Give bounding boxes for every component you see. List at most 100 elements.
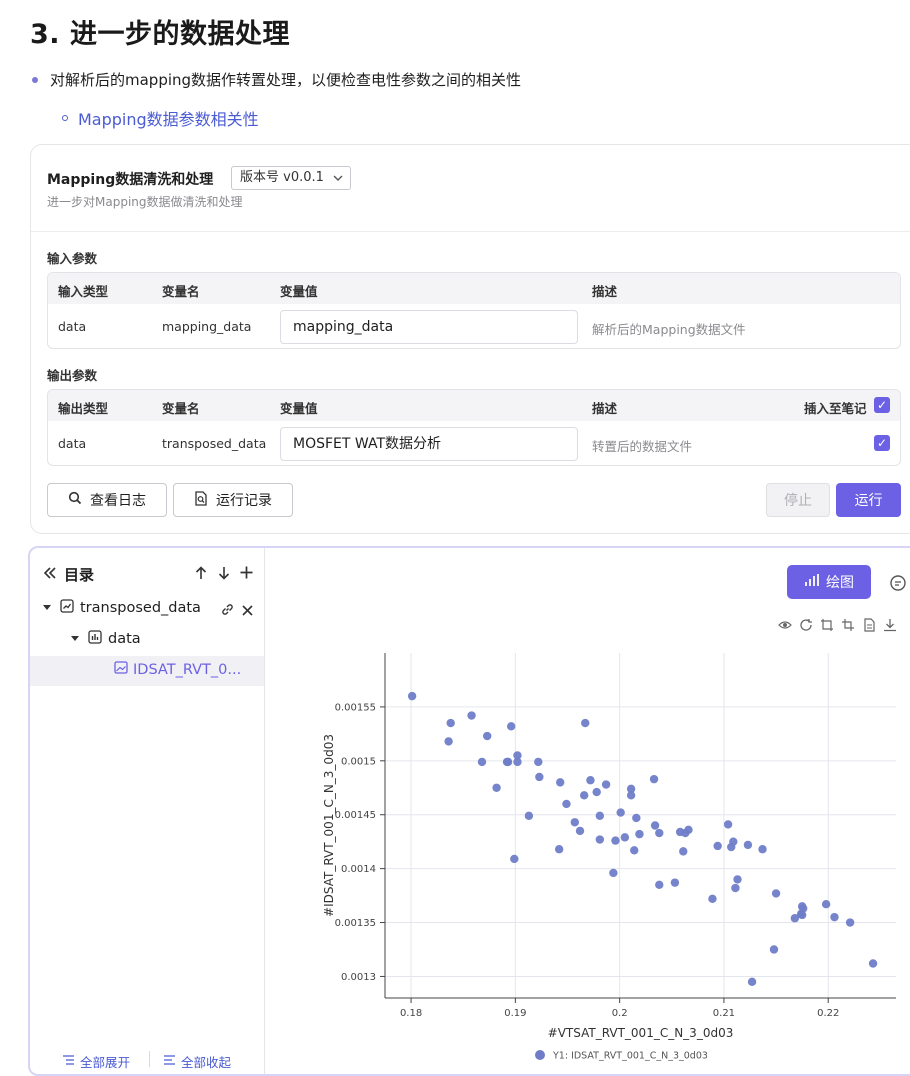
stop-button[interactable]: 停止	[766, 483, 830, 517]
input-table-header: 输入类型 变量名 变量值 描述	[48, 273, 900, 304]
tree-leaf-label: IDSAT_RVT_0...	[133, 661, 242, 678]
page-heading: 3. 进一步的数据处理	[30, 19, 290, 50]
scatter-point	[679, 847, 688, 856]
run-history-button[interactable]: 运行记录	[173, 483, 293, 517]
card-divider	[31, 231, 910, 232]
document-icon[interactable]	[862, 617, 876, 636]
plot-button-label: 绘图	[826, 575, 854, 591]
scatter-point	[534, 757, 543, 767]
scatter-point	[684, 825, 693, 835]
insert-all-checkbox[interactable]: ✓	[874, 397, 890, 413]
scatter-point	[554, 845, 564, 854]
x-tick-label: 0.21	[713, 1008, 735, 1019]
scatter-point	[581, 718, 590, 728]
scatter-point	[830, 912, 839, 922]
data-viewer-panel: 目录 transposed_data data IDSAT_RVT_0... 全…	[28, 546, 910, 1076]
scatter-point	[868, 959, 878, 968]
scatter-point	[562, 799, 571, 809]
image-icon	[114, 661, 128, 678]
scatter-point	[649, 774, 659, 784]
scatter-point	[729, 837, 738, 846]
output-header-desc: 描述	[592, 401, 618, 416]
crop-icon[interactable]	[820, 617, 834, 636]
tree-node-root[interactable]: transposed_data	[42, 599, 201, 617]
close-icon[interactable]	[241, 602, 254, 621]
scatter-point	[758, 845, 767, 854]
eye-icon[interactable]	[778, 617, 792, 636]
scatter-point	[586, 776, 595, 785]
scatter-point	[821, 900, 831, 909]
scatter-point	[483, 731, 492, 741]
arrow-up-icon[interactable]	[194, 565, 208, 585]
chevron-down-icon	[332, 167, 344, 197]
scatter-point	[620, 833, 630, 842]
expand-all-button[interactable]: 全部展开	[62, 1052, 130, 1071]
bullet-sub-link[interactable]: Mapping数据参数相关性	[78, 106, 259, 130]
scatter-point	[845, 918, 855, 927]
input-header-type: 输入类型	[58, 284, 109, 299]
x-axis-ticks: 0.18 0.19 0.2 0.21 0.22	[400, 998, 839, 1019]
scatter-point	[592, 787, 601, 797]
expand-all-label: 全部展开	[80, 1055, 131, 1070]
run-button[interactable]: 运行	[836, 483, 901, 517]
input-type-cell: data	[58, 319, 87, 334]
plot-button[interactable]: 绘图	[787, 565, 871, 599]
scatter-point	[535, 772, 544, 782]
scatter-point	[601, 780, 611, 789]
legend-label: Y1: IDSAT_RVT_001_C_N_3_0d03	[552, 1051, 708, 1062]
plot-toolbar	[778, 617, 897, 636]
scatter-point	[556, 778, 565, 787]
download-icon[interactable]	[883, 617, 897, 636]
expand-icon	[62, 1054, 75, 1069]
scatter-point	[570, 818, 579, 827]
arrow-down-icon[interactable]	[217, 565, 231, 585]
insert-row-checkbox[interactable]: ✓	[874, 435, 890, 451]
scatter-points	[407, 691, 878, 987]
search-icon	[68, 491, 82, 509]
scatter-point	[769, 945, 779, 954]
tree-node-leaf[interactable]: IDSAT_RVT_0...	[114, 661, 241, 678]
output-value-field[interactable]: MOSFET WAT数据分析	[280, 427, 578, 461]
input-name-cell: mapping_data	[162, 319, 252, 334]
scatter-point	[502, 757, 512, 767]
view-logs-button[interactable]: 查看日志	[47, 483, 167, 517]
double-chevron-left-icon[interactable]	[42, 565, 58, 585]
crop-alt-icon[interactable]	[841, 617, 855, 636]
scatter-point	[506, 722, 516, 731]
scatter-point	[650, 821, 660, 830]
bullet-sub[interactable]: Mapping数据参数相关性	[62, 106, 259, 130]
refresh-icon[interactable]	[799, 617, 813, 636]
output-type-cell: data	[58, 436, 87, 451]
scatter-point	[616, 808, 625, 817]
scatter-point	[655, 828, 664, 838]
x-tick-label: 0.22	[817, 1008, 839, 1019]
scatter-point	[467, 711, 476, 720]
comment-icon[interactable]	[889, 574, 907, 596]
scatter-point	[670, 878, 680, 887]
scatter-point	[733, 875, 742, 884]
output-header-name: 变量名	[162, 401, 200, 416]
collapse-all-label: 全部收起	[181, 1055, 232, 1070]
legend-marker	[535, 1050, 545, 1060]
collapse-all-button[interactable]: 全部收起	[163, 1052, 231, 1071]
sidebar-title: 目录	[64, 566, 95, 584]
scatter-point	[731, 883, 740, 893]
document-search-icon	[194, 490, 208, 510]
tree-node-data[interactable]: data	[70, 630, 141, 648]
scatter-point	[407, 691, 417, 701]
scatter-point	[446, 718, 455, 728]
output-header-insert: 插入至笔记	[804, 401, 867, 416]
processing-card: Mapping数据清洗和处理 版本号 v0.0.1 进一步对Mapping数据做…	[30, 144, 910, 534]
scatter-point	[609, 868, 618, 878]
output-desc-cell: 转置后的数据文件	[592, 439, 693, 454]
x-axis-label: #VTSAT_RVT_001_C_N_3_0d03	[548, 1026, 734, 1040]
plus-icon[interactable]	[239, 565, 254, 584]
bullet-main-text: 对解析后的mapping数据作转置处理，以便检查电性参数之间的相关性	[50, 71, 522, 89]
scatter-point	[771, 889, 781, 898]
link-icon[interactable]	[220, 602, 235, 621]
caret-down-icon	[70, 631, 80, 647]
scatter-point	[595, 835, 605, 844]
version-select[interactable]: 版本号 v0.0.1	[231, 166, 351, 190]
input-value-field[interactable]: mapping_data	[280, 310, 578, 344]
scatter-point	[510, 854, 519, 864]
